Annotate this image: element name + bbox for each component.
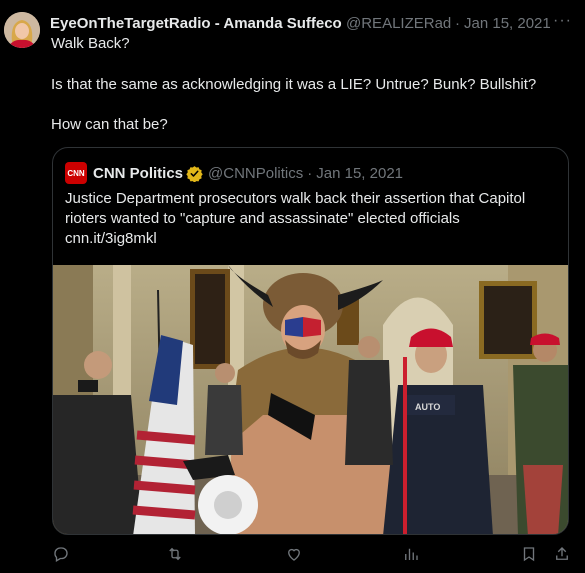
quoted-text-line: rioters wanted to "capture and assassina… (65, 210, 460, 227)
tweet-text-line: Is that the same as acknowledging it was… (51, 76, 537, 93)
reply-icon[interactable] (52, 545, 74, 567)
news-photo[interactable]: AUTO (53, 265, 569, 535)
author-handle[interactable]: @REALIZERadio (346, 15, 451, 32)
separator: · (455, 14, 460, 32)
quoted-author-name[interactable]: CNN Politics (93, 165, 183, 182)
author-name[interactable]: EyeOnTheTargetRadio - Amanda Suffecool (50, 15, 342, 32)
quoted-author-handle[interactable]: @CNNPolitics (208, 165, 303, 182)
quoted-tweet[interactable]: CNN CNN Politics @CNNPolitics · Jan 15, … (52, 147, 569, 535)
views-icon[interactable] (402, 545, 424, 567)
bookmark-icon[interactable] (520, 545, 542, 567)
quoted-header: CNN CNN Politics @CNNPolitics · Jan 15, … (65, 162, 403, 184)
quoted-date[interactable]: Jan 15, 2021 (316, 165, 403, 182)
more-options-icon[interactable]: ··· (553, 12, 575, 32)
tweet-header: EyeOnTheTargetRadio - Amanda Suffecool @… (50, 13, 560, 33)
tweet-text-line: Walk Back? (51, 35, 130, 52)
separator: · (307, 164, 313, 182)
avatar-image (4, 12, 40, 48)
share-icon[interactable] (553, 545, 575, 567)
avatar[interactable] (4, 12, 40, 48)
quoted-text-line: Justice Department prosecutors walk back… (65, 190, 526, 207)
tweet-text-line: How can that be? (51, 116, 168, 133)
cnn-logo-icon: CNN (65, 162, 87, 184)
quoted-link[interactable]: cnn.it/3ig8mkl (65, 229, 157, 249)
verified-badge-icon (186, 165, 203, 182)
retweet-icon[interactable] (166, 545, 188, 567)
tweet-date[interactable]: Jan 15, 2021 (464, 15, 551, 32)
photo-sign-text: AUTO (415, 402, 440, 412)
action-bar (0, 545, 585, 569)
like-icon[interactable] (285, 545, 307, 567)
